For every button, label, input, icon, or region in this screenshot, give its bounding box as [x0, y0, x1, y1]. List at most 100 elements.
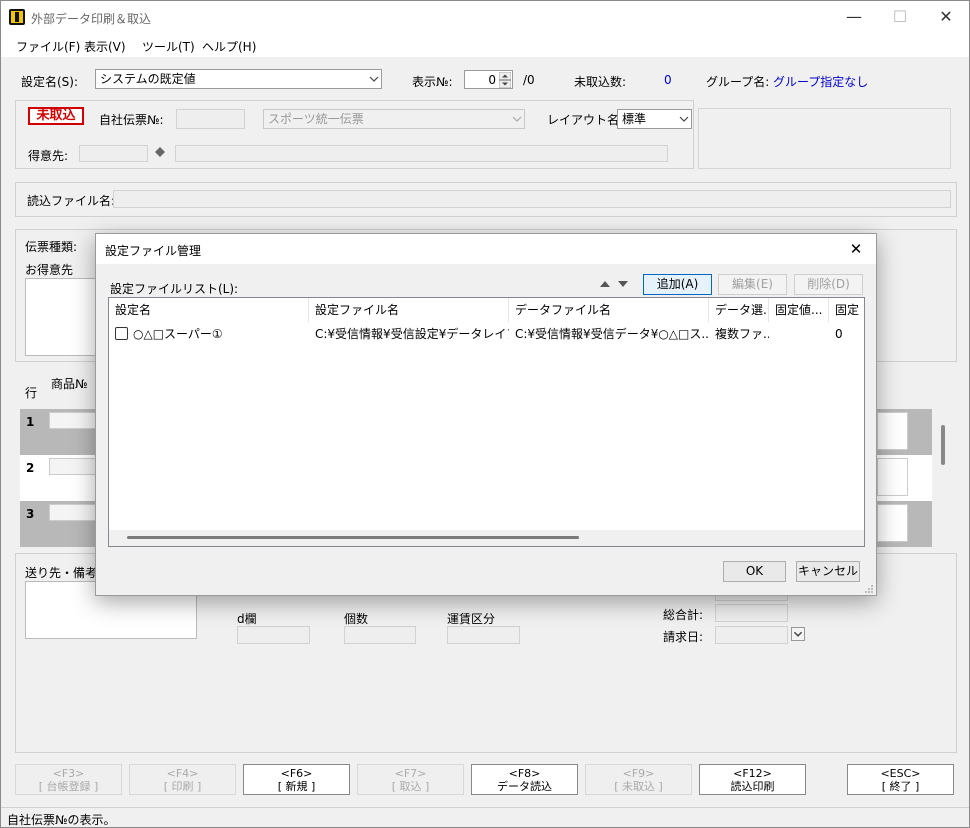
column-header[interactable]: 固定	[829, 298, 866, 322]
f4-key-label: <F4>	[166, 767, 199, 780]
info-panel	[698, 108, 951, 169]
unimported-label: 未取込数:	[574, 75, 627, 89]
row-number: 3	[26, 507, 35, 521]
dialog-close-button[interactable]: ✕	[844, 238, 868, 260]
column-header[interactable]: データ選...	[709, 298, 769, 322]
f3-key-label: <F3>	[52, 767, 85, 780]
column-header[interactable]: 設定名	[109, 298, 309, 322]
menu-help[interactable]: ヘルプ(H)	[202, 38, 256, 55]
settings-file-list[interactable]: 設定名 設定ファイル名 データファイル名 データ選... 固定値... 固定 ○…	[108, 297, 865, 547]
cancel-button[interactable]: キャンセル	[796, 561, 860, 582]
grid-scrollbar[interactable]	[941, 425, 945, 465]
grid-cell[interactable]	[877, 458, 908, 496]
cell-data-select: 複数ファ...	[715, 327, 769, 341]
billing-date-field[interactable]	[715, 626, 788, 644]
f4-print-button[interactable]: <F4>[ 印刷 ]	[129, 764, 236, 795]
add-button[interactable]: 追加(A)	[643, 274, 712, 295]
column-header[interactable]: 固定値...	[769, 298, 829, 322]
product-cell[interactable]	[49, 458, 97, 475]
cell-setting-file: C:¥受信情報¥受信設定¥データレイア...	[315, 327, 509, 341]
f6-action-label: [ 新規 ]	[277, 780, 316, 793]
slip-type-label: 伝票種類:	[25, 240, 78, 254]
menu-file[interactable]: ファイル(F)	[16, 38, 80, 55]
row-number: 1	[26, 415, 35, 429]
f7-import-button[interactable]: <F7>[ 取込 ]	[357, 764, 464, 795]
f7-action-label: [ 取込 ]	[391, 780, 430, 793]
unimported-count: 0	[664, 73, 672, 87]
cell-fixed-value	[769, 326, 829, 342]
grid-cell[interactable]	[877, 504, 908, 542]
delete-button[interactable]: 削除(D)	[794, 274, 863, 295]
move-down-icon[interactable]	[617, 279, 629, 289]
product-cell[interactable]	[49, 412, 97, 429]
customer-code-field[interactable]	[79, 145, 148, 162]
menu-view[interactable]: 表示(V)	[84, 38, 126, 55]
f3-ledger-button[interactable]: <F3>[ 台帳登録 ]	[15, 764, 122, 795]
f12-read-print-button[interactable]: <F12> 読込印刷	[699, 764, 806, 795]
total-field[interactable]	[715, 604, 788, 622]
product-cell[interactable]	[49, 504, 97, 521]
f12-action-label: 読込印刷	[730, 780, 775, 793]
d-field-label: d欄	[237, 612, 257, 626]
slip-no-field[interactable]	[176, 109, 245, 129]
layout-label: レイアウト名:	[547, 113, 624, 127]
slip-type-select[interactable]: スポーツ統一伝票	[263, 109, 525, 129]
maximize-button[interactable]: ☐	[877, 1, 923, 33]
f12-key-label: <F12>	[733, 767, 772, 780]
resize-grip-icon[interactable]	[864, 584, 874, 594]
ok-button[interactable]: OK	[723, 561, 786, 582]
billing-date-dropdown[interactable]	[791, 627, 805, 641]
f9-unimported-button[interactable]: <F9>[ 未取込 ]	[585, 764, 692, 795]
diamond-icon	[155, 147, 165, 157]
setting-name-select[interactable]: システムの既定値	[95, 69, 382, 89]
menu-bar: ファイル(F) 表示(V) ツール(T) ヘルプ(H)	[1, 33, 969, 57]
main-window: 外部データ印刷＆取込 — ☐ ✕ ファイル(F) 表示(V) ツール(T) ヘル…	[0, 0, 970, 828]
quantity-label: 個数	[344, 612, 369, 626]
horizontal-scrollbar[interactable]	[109, 530, 864, 546]
move-up-icon[interactable]	[599, 279, 611, 289]
display-no-label: 表示№:	[412, 75, 453, 89]
f6-key-label: <F6>	[280, 767, 313, 780]
f8-read-data-button[interactable]: <F8> データ読込	[471, 764, 578, 795]
file-list-label: 設定ファイルリスト(L):	[110, 282, 239, 296]
f9-action-label: [ 未取込 ]	[614, 780, 663, 793]
layout-select[interactable]: 標準	[617, 109, 692, 129]
freight-label: 運賃区分	[447, 612, 496, 626]
display-no-spinner[interactable]: 0	[464, 70, 513, 89]
column-header[interactable]: 設定ファイル名	[309, 298, 509, 322]
close-window-button[interactable]: ✕	[923, 1, 969, 33]
menu-tools[interactable]: ツール(T)	[142, 38, 195, 55]
f9-key-label: <F9>	[622, 767, 655, 780]
app-logo-icon	[9, 9, 25, 25]
cell-setting-name: ○△□スーパー①	[133, 327, 223, 341]
remarks-label: 送り先・備考	[25, 566, 98, 580]
column-header[interactable]: データファイル名	[509, 298, 709, 322]
quantity-field[interactable]	[344, 626, 416, 644]
f8-action-label: データ読込	[497, 780, 552, 793]
slip-type-value: スポーツ統一伝票	[268, 112, 364, 126]
esc-exit-button[interactable]: <ESC>[ 終了 ]	[847, 764, 954, 795]
row-header: 行	[25, 386, 38, 400]
dialog-title-bar: 設定ファイル管理 ✕	[96, 234, 876, 264]
f3-action-label: [ 台帳登録 ]	[38, 780, 99, 793]
total-label: 総合計:	[663, 608, 704, 622]
status-bar: 自社伝票№の表示。	[1, 807, 969, 827]
status-text: 自社伝票№の表示。	[7, 813, 116, 827]
minimize-button[interactable]: —	[831, 1, 877, 33]
spinner-arrows-icon[interactable]	[499, 72, 511, 88]
row-number: 2	[26, 461, 35, 475]
file-name-field[interactable]	[113, 190, 951, 208]
cell-fixed: 0	[835, 327, 843, 341]
f6-new-button[interactable]: <F6>[ 新規 ]	[243, 764, 350, 795]
grid-cell[interactable]	[877, 412, 908, 450]
chevron-down-icon	[793, 631, 803, 637]
title-bar: 外部データ印刷＆取込 — ☐ ✕	[1, 1, 969, 33]
freight-field[interactable]	[447, 626, 520, 644]
customer-name-field[interactable]	[175, 145, 668, 162]
d-field[interactable]	[237, 626, 310, 644]
file-name-label: 読込ファイル名:	[27, 194, 116, 208]
chevron-down-icon	[679, 116, 689, 122]
chevron-down-icon	[369, 76, 379, 82]
edit-button[interactable]: 編集(E)	[718, 274, 787, 295]
scrollbar-thumb[interactable]	[127, 536, 579, 539]
